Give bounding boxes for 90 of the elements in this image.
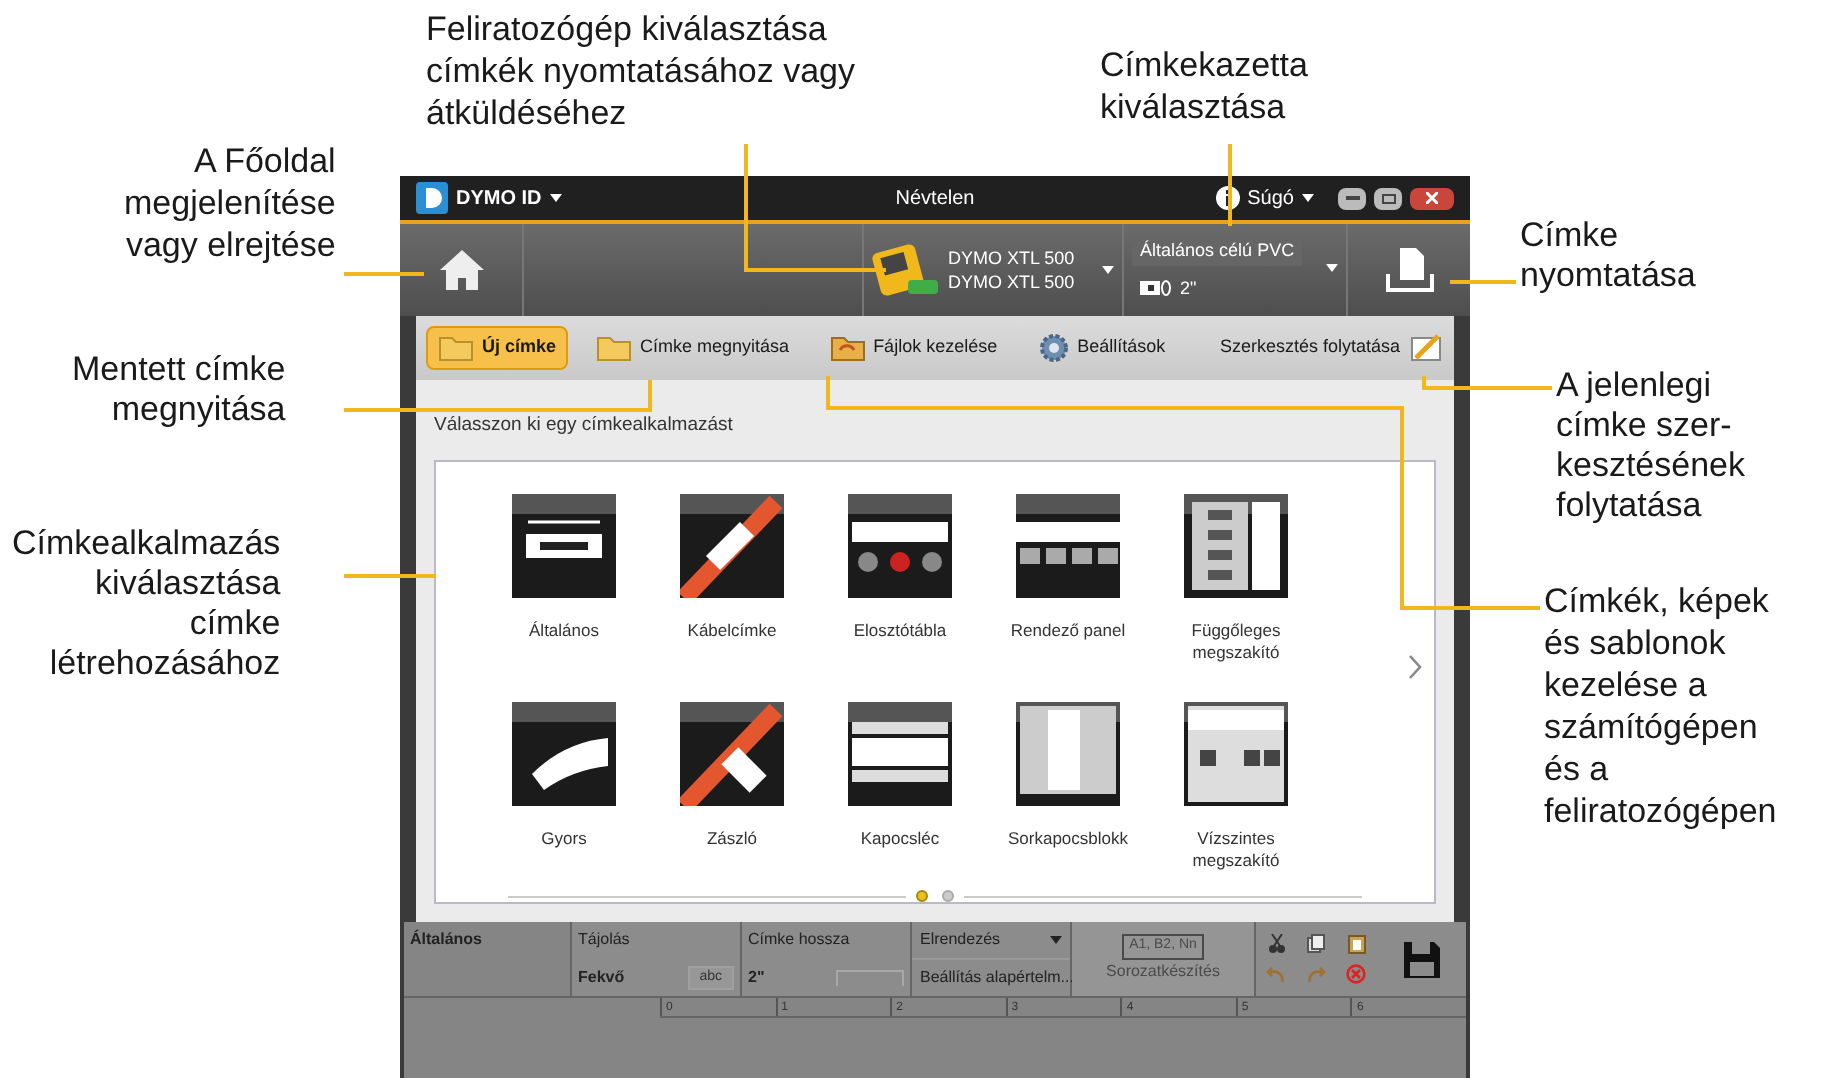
app-menu-button[interactable]: DYMO ID [456, 183, 562, 213]
label-type-tile[interactable]: Általános [480, 494, 648, 679]
continue-editing-button[interactable]: Szerkesztés folytatása [1219, 332, 1444, 364]
paste-icon[interactable] [1347, 933, 1365, 954]
folder-icon [438, 334, 474, 362]
callout-text: Feliratozógép kiválasztása címkék nyomtatásához vagy átküldéséhez [426, 8, 855, 134]
tile-label: Rendező panel [1008, 620, 1128, 643]
label-type-icon [680, 702, 784, 807]
label-type-icon [1016, 494, 1120, 599]
close-button[interactable] [1410, 187, 1454, 209]
next-page-icon[interactable] [1408, 654, 1424, 681]
caret-icon [549, 194, 562, 202]
callout-text: Címkék, képek és sablonok kezelése a számítógépen és a feliratozógépen [1544, 580, 1777, 832]
document-title: Névtelen [893, 185, 977, 213]
tile-label: Zászló [704, 828, 760, 851]
tape-icon [1140, 280, 1172, 297]
tile-label: Gyors [539, 828, 589, 851]
label-type-icon [848, 702, 952, 807]
leader-line [344, 574, 436, 578]
label-type-tile[interactable]: Sorkapocsblokk [984, 702, 1152, 887]
caret-icon [1102, 266, 1114, 274]
label-type-icon [512, 494, 616, 599]
nav-tab[interactable]: Beállítások [1025, 326, 1178, 370]
printer-model: DYMO XTL 500 [948, 270, 1075, 294]
print-icon [1383, 246, 1435, 294]
label-type-icon [1184, 702, 1288, 807]
tile-label: Kapocsléc [858, 828, 942, 851]
reset-defaults-button[interactable]: Beállítás alapértelm... [912, 960, 1070, 996]
label-type-tile[interactable]: Elosztótábla [816, 494, 984, 679]
close-icon [1426, 192, 1438, 204]
label-printer-icon [872, 240, 940, 300]
callout-text: A jelenlegi címke szer- kesztésének folytatása [1556, 366, 1745, 526]
label-type-icon [1184, 494, 1288, 599]
layout-dropdown[interactable]: Elrendezés [912, 922, 1070, 960]
tile-label: Vízszintes megszakító [1190, 828, 1282, 873]
nav-tab[interactable]: Címke megnyitása [584, 326, 802, 370]
label-type-tile[interactable]: Vízszintes megszakító [1152, 702, 1320, 887]
callout-text: Címke nyomtatása [1520, 216, 1696, 296]
cut-icon[interactable] [1267, 933, 1285, 954]
tile-label: Általános [527, 620, 601, 643]
section-label: Általános [404, 922, 572, 996]
orientation-label: Tájolás [578, 928, 632, 952]
leader-line [744, 144, 886, 272]
caret-icon [1050, 936, 1062, 944]
label-type-tile[interactable]: Kapocsléc [816, 702, 984, 887]
settings-icon [1037, 332, 1070, 364]
tile-label: Kábelcímke [685, 620, 779, 643]
label-type-tile[interactable]: Zászló [648, 702, 816, 887]
tile-label: Függőleges megszakító [1189, 620, 1283, 665]
minimize-button[interactable] [1338, 187, 1366, 209]
caret-icon [1326, 264, 1338, 272]
length-label: Címke hossza [748, 928, 852, 952]
cassette-type: Általános célú PVC [1132, 238, 1303, 265]
folder-icon [596, 334, 633, 362]
label-type-icon [1016, 702, 1120, 807]
label-type-tile[interactable]: Kábelcímke [648, 494, 816, 679]
copy-icon[interactable] [1306, 933, 1326, 954]
label-type-icon [680, 494, 784, 599]
help-menu-button[interactable]: Súgó [1247, 183, 1314, 213]
nav-tab[interactable]: Fájlok kezelése [817, 326, 1010, 370]
nav-tab[interactable]: Új címke [426, 326, 569, 370]
printer-name: DYMO XTL 500 [948, 246, 1075, 270]
label-type-tile[interactable]: Gyors [480, 702, 648, 887]
callout-text: Címkekazetta kiválasztása [1100, 44, 1308, 128]
maximize-button[interactable] [1374, 187, 1402, 209]
pencil-icon [1408, 332, 1444, 364]
section-title: Válasszon ki egy címkealkalmazást [434, 412, 733, 440]
caret-icon [1302, 194, 1314, 202]
leader-line [344, 272, 424, 276]
save-icon[interactable] [1401, 939, 1441, 979]
callout-text: A Főoldal megjelenítése vagy elrejtése [124, 140, 336, 266]
length-value: 2" [748, 966, 765, 990]
label-type-icon [512, 702, 616, 807]
callout-text: Címkealkalmazás kiválasztása címke létrehozásához [12, 524, 281, 684]
home-icon [437, 248, 485, 292]
label-type-icon [848, 494, 952, 599]
label-type-tile[interactable]: Rendező panel [984, 494, 1152, 679]
folders-icon [829, 334, 866, 362]
app-logo-icon [416, 182, 448, 214]
leader-line [1228, 144, 1232, 226]
cassette-selector[interactable]: Általános célú PVC 2" [1122, 224, 1346, 316]
orientation-value: Fekvő [578, 965, 625, 990]
cassette-width: 2" [1180, 275, 1197, 301]
tile-label: Elosztótábla [851, 620, 949, 643]
info-icon [1215, 186, 1240, 210]
label-type-tile[interactable]: Függőleges megszakító [1152, 494, 1320, 679]
leader-line [1450, 280, 1516, 284]
length-ruler-icon [836, 970, 904, 986]
tile-label: Sorkapocsblokk [1005, 828, 1130, 851]
callout-text: Mentett címke megnyitása [72, 350, 286, 430]
